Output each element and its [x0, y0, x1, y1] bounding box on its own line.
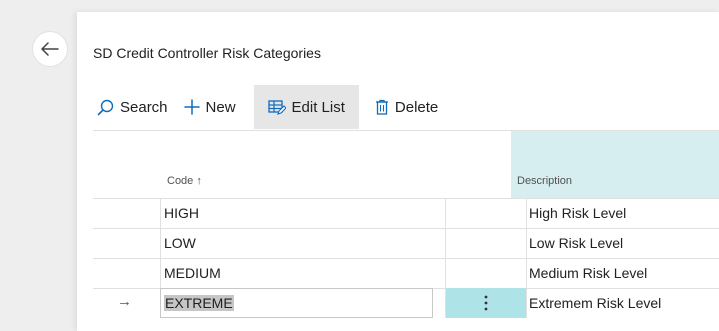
page-content: SD Credit Controller Risk Categories Sea…	[77, 12, 719, 331]
column-header-description[interactable]: Description	[517, 175, 572, 187]
table-row[interactable]: LOW Low Risk Level	[93, 228, 719, 258]
table-row-current[interactable]: → EXTREME Extremem Risk Level	[93, 288, 719, 318]
search-button[interactable]: Search	[89, 85, 176, 129]
row-indicator-arrow-icon: →	[117, 293, 132, 310]
plus-icon	[183, 99, 200, 115]
table-row[interactable]: MEDIUM Medium Risk Level	[93, 258, 719, 288]
code-edit-value: EXTREME	[164, 295, 234, 311]
code-header-label: Code	[167, 175, 194, 187]
row-description[interactable]: High Risk Level	[529, 205, 626, 221]
row-description[interactable]: Extremem Risk Level	[529, 295, 661, 311]
delete-label: Delete	[394, 98, 439, 116]
sort-ascending-icon: ↑	[196, 175, 202, 187]
column-header-code[interactable]: Code ↑	[167, 175, 202, 187]
delete-button[interactable]: Delete	[367, 85, 446, 129]
trash-icon	[375, 99, 388, 115]
row-code[interactable]: LOW	[164, 235, 196, 251]
description-header-highlight	[511, 131, 719, 198]
row-description[interactable]: Medium Risk Level	[529, 265, 647, 281]
table-row[interactable]: HIGH High Risk Level	[93, 198, 719, 228]
row-description[interactable]: Low Risk Level	[529, 235, 623, 251]
back-arrow-icon	[41, 42, 59, 56]
search-label: Search	[120, 98, 168, 116]
edit-list-icon	[267, 100, 286, 115]
action-bar: Search New Edit List Delete	[89, 85, 446, 129]
edit-list-label: Edit List	[291, 98, 345, 116]
edit-list-button[interactable]: Edit List	[253, 85, 359, 129]
search-icon	[97, 99, 114, 115]
page-title: SD Credit Controller Risk Categories	[93, 45, 321, 61]
new-label: New	[205, 98, 236, 116]
new-button[interactable]: New	[176, 85, 244, 129]
row-code[interactable]: MEDIUM	[164, 265, 221, 281]
back-button[interactable]	[33, 32, 67, 66]
row-code[interactable]: HIGH	[164, 205, 199, 221]
more-vertical-icon	[484, 295, 488, 311]
row-actions-button[interactable]	[446, 288, 526, 318]
code-edit-field[interactable]: EXTREME	[160, 288, 433, 318]
